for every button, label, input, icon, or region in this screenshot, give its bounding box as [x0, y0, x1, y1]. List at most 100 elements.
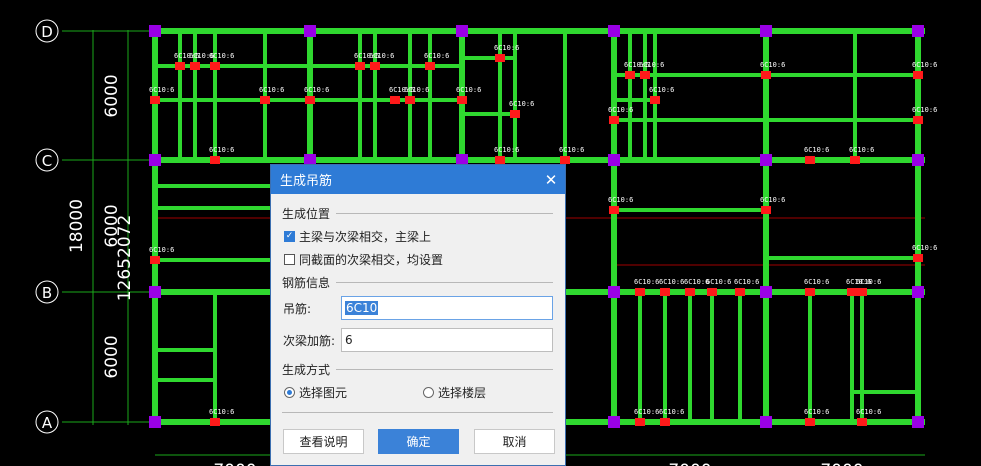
- beam-tag: 6C10:6: [706, 278, 731, 286]
- beam-tag: 6C10:6: [804, 146, 829, 154]
- hanger-marker: [640, 71, 650, 79]
- grid-axis-labels: D C B A: [35, 19, 59, 434]
- hanger-marker: [660, 288, 670, 296]
- hanger-marker: [625, 71, 635, 79]
- column[interactable]: [912, 416, 924, 428]
- column[interactable]: [149, 416, 161, 428]
- hanger-marker: [425, 62, 435, 70]
- dialog-titlebar[interactable]: 生成吊筋 ✕: [271, 165, 565, 194]
- hanger-marker: [457, 96, 467, 104]
- check-icon[interactable]: ✓: [284, 231, 295, 242]
- beam-tag: 6C10:6: [856, 408, 881, 416]
- dim-text-total: 18000: [67, 199, 87, 253]
- column[interactable]: [760, 286, 772, 298]
- close-icon[interactable]: ✕: [537, 171, 565, 189]
- beam-tag: 6C10:6: [209, 52, 234, 60]
- dim-text-bottom-2: 7000: [668, 461, 711, 466]
- hanger-marker: [761, 206, 771, 214]
- column[interactable]: [760, 416, 772, 428]
- svg-text:A: A: [42, 414, 53, 432]
- radio-selected-icon[interactable]: [284, 387, 295, 398]
- checkbox-same-section[interactable]: 同截面的次梁相交，均设置: [284, 251, 443, 268]
- column[interactable]: [608, 25, 620, 37]
- dialog-title: 生成吊筋: [280, 174, 333, 189]
- hanger-marker: [190, 62, 200, 70]
- hanger-marker: [495, 156, 505, 164]
- beam-tag: 6C10:6: [634, 278, 659, 286]
- beam-tag: 6C10:6: [804, 278, 829, 286]
- column[interactable]: [760, 25, 772, 37]
- hanger-marker: [305, 96, 315, 104]
- hanger-marker: [735, 288, 745, 296]
- generate-hanger-dialog: 生成吊筋 ✕ 生成位置 ✓ 主梁与次梁相交，主梁上 同截面的次梁相交，均设置 钢…: [270, 164, 566, 466]
- dim-text-bottom-1: 7000: [213, 461, 256, 466]
- hanger-marker: [857, 418, 867, 426]
- hanger-marker: [355, 62, 365, 70]
- hanger-input[interactable]: 6C10: [341, 296, 553, 320]
- beam-tag: 6C10:6: [804, 408, 829, 416]
- column[interactable]: [608, 416, 620, 428]
- column[interactable]: [149, 286, 161, 298]
- svg-text:D: D: [41, 23, 53, 41]
- column[interactable]: [912, 25, 924, 37]
- beam-tag: 6C10:6: [912, 61, 937, 69]
- section-position: 生成位置: [282, 205, 553, 222]
- beam-tag: 6C10:6: [494, 44, 519, 52]
- hanger-marker: [260, 96, 270, 104]
- beam-tag: 6C10:6: [659, 278, 684, 286]
- hanger-marker: [390, 96, 400, 104]
- hanger-marker: [685, 288, 695, 296]
- column[interactable]: [912, 154, 924, 166]
- column[interactable]: [760, 154, 772, 166]
- column[interactable]: [304, 25, 316, 37]
- dim-text-b-a: 6000: [102, 335, 122, 378]
- column[interactable]: [608, 286, 620, 298]
- hanger-marker: [609, 116, 619, 124]
- help-button[interactable]: 查看说明: [283, 429, 364, 454]
- checkbox-main-secondary[interactable]: ✓ 主梁与次梁相交，主梁上: [284, 228, 431, 245]
- radio-empty-icon[interactable]: [423, 387, 434, 398]
- column[interactable]: [149, 25, 161, 37]
- axis-bubble-d: D: [35, 19, 59, 43]
- column[interactable]: [912, 286, 924, 298]
- radio-select-floor[interactable]: 选择楼层: [423, 384, 486, 401]
- axis-bubble-c: C: [35, 148, 59, 172]
- hanger-marker: [635, 418, 645, 426]
- secondary-input[interactable]: 6: [341, 328, 553, 352]
- radio-select-element[interactable]: 选择图元: [284, 384, 347, 401]
- beam-tag: 6C10:6: [209, 146, 234, 154]
- hanger-marker: [370, 62, 380, 70]
- beam-tag: 6C10:6: [149, 86, 174, 94]
- hanger-marker: [850, 156, 860, 164]
- beam-tag: 6C10:6: [760, 196, 785, 204]
- hanger-marker: [857, 288, 867, 296]
- hanger-marker: [150, 256, 160, 264]
- hanger-marker: [650, 96, 660, 104]
- beam-tag: 6C10:6: [608, 106, 633, 114]
- beam-tag: 6C10:6: [494, 146, 519, 154]
- axis-bubble-b: B: [35, 280, 59, 304]
- beam-tag: 6C10:6: [209, 408, 234, 416]
- svg-text:B: B: [42, 284, 52, 302]
- beam-tag: 6C10:6: [649, 86, 674, 94]
- hanger-row: 吊筋: 6C10: [283, 296, 553, 320]
- section-mode: 生成方式: [282, 361, 553, 378]
- hanger-marker: [210, 62, 220, 70]
- beam-tag: 6C10:6: [634, 408, 659, 416]
- hanger-marker: [805, 156, 815, 164]
- beam-tag: 6C10:6: [404, 86, 429, 94]
- ok-button[interactable]: 确定: [378, 429, 459, 454]
- cancel-button[interactable]: 取消: [474, 429, 555, 454]
- hanger-marker: [913, 254, 923, 262]
- column[interactable]: [456, 25, 468, 37]
- column[interactable]: [608, 154, 620, 166]
- section-rebar: 钢筋信息: [282, 274, 553, 291]
- beam-tag: 6C10:6: [608, 196, 633, 204]
- hanger-marker: [707, 288, 717, 296]
- beam-tag: 6C10:6: [849, 146, 874, 154]
- axis-bubble-a: A: [35, 410, 59, 434]
- beam-tag: 6C10:6: [424, 52, 449, 60]
- column[interactable]: [149, 154, 161, 166]
- beam-tag: 6C10:6: [639, 61, 664, 69]
- checkbox-empty-icon[interactable]: [284, 254, 295, 265]
